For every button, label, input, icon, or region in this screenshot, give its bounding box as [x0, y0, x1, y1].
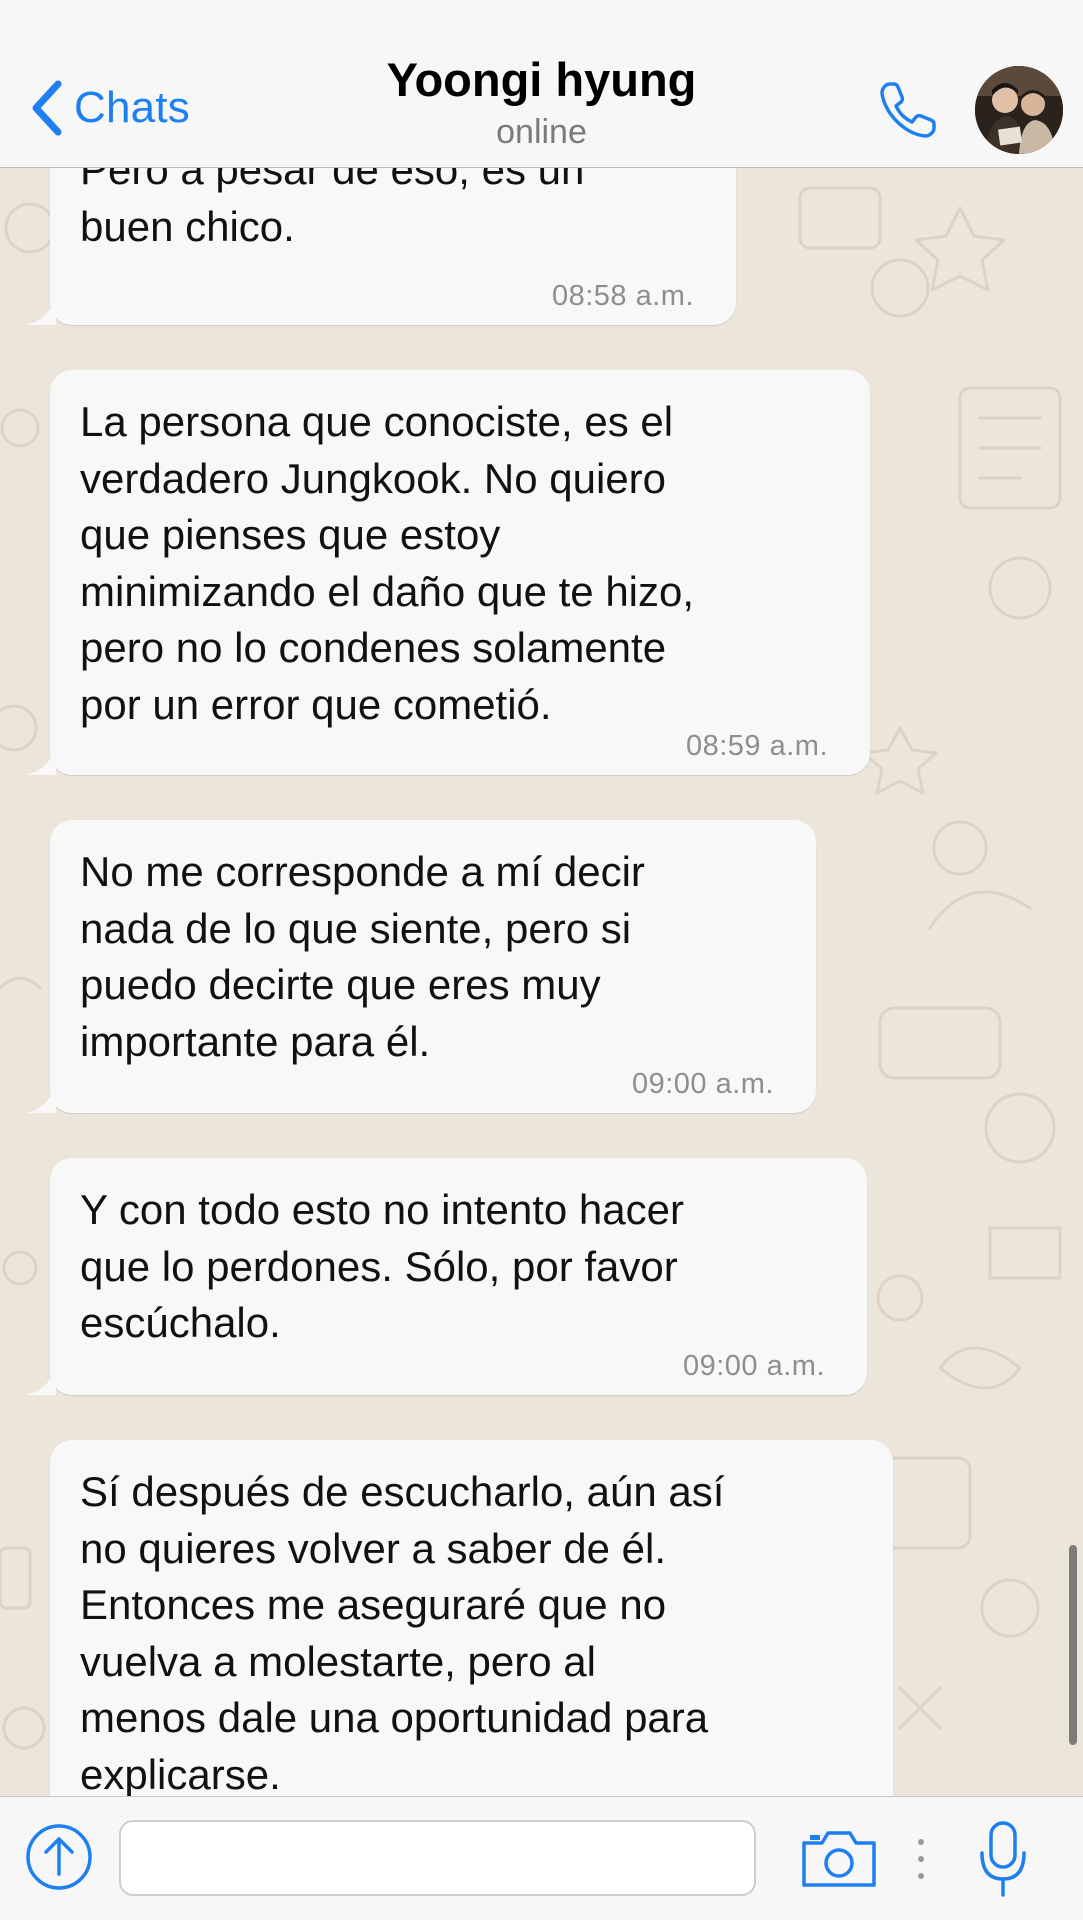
- message-bubble[interactable]: Y con todo esto no intento hacer que lo …: [26, 1158, 867, 1395]
- message-list[interactable]: Pero a pesar de eso, es un buen chico. 0…: [0, 168, 1083, 1796]
- message-time: 09:00 a.m.: [682, 1350, 825, 1382]
- bubble-tail: [26, 299, 56, 325]
- message-bubble[interactable]: No me corresponde a mí decir nada de lo …: [26, 820, 816, 1113]
- bubble-tail: [26, 1087, 56, 1113]
- input-bar: [0, 1796, 1083, 1920]
- message-text: La persona que conociste, es el verdader…: [80, 398, 695, 728]
- message-time: 08:59 a.m.: [685, 730, 828, 762]
- message-text: Sí después de escucharlo, aún así no qui…: [80, 1468, 725, 1796]
- bubble-tail: [26, 1369, 56, 1395]
- contact-avatar[interactable]: [975, 66, 1063, 154]
- message-input[interactable]: [119, 1820, 756, 1896]
- camera-icon[interactable]: [800, 1827, 878, 1891]
- message-text: Pero a pesar de eso, es un buen chico.: [80, 168, 585, 250]
- microphone-icon[interactable]: [978, 1819, 1028, 1899]
- phone-icon[interactable]: [876, 78, 940, 142]
- chat-header: Chats Yoongi hyung online: [0, 0, 1083, 168]
- message-bubble[interactable]: Pero a pesar de eso, es un buen chico. 0…: [26, 168, 736, 325]
- message-time: 08:58 a.m.: [551, 280, 694, 312]
- scrollbar-thumb[interactable]: [1069, 1545, 1077, 1745]
- message-time: 09:00 a.m.: [631, 1068, 774, 1100]
- message-text: Y con todo esto no intento hacer que lo …: [80, 1186, 684, 1346]
- message-text: No me corresponde a mí decir nada de lo …: [80, 848, 645, 1065]
- bubble-tail: [26, 749, 56, 775]
- vertical-dots-icon: [918, 1839, 924, 1879]
- arrow-up-circle-icon[interactable]: [24, 1822, 94, 1892]
- message-bubble[interactable]: Sí después de escucharlo, aún así no qui…: [50, 1440, 893, 1796]
- avatar-photo: [975, 66, 1063, 154]
- message-bubble[interactable]: La persona que conociste, es el verdader…: [26, 370, 870, 775]
